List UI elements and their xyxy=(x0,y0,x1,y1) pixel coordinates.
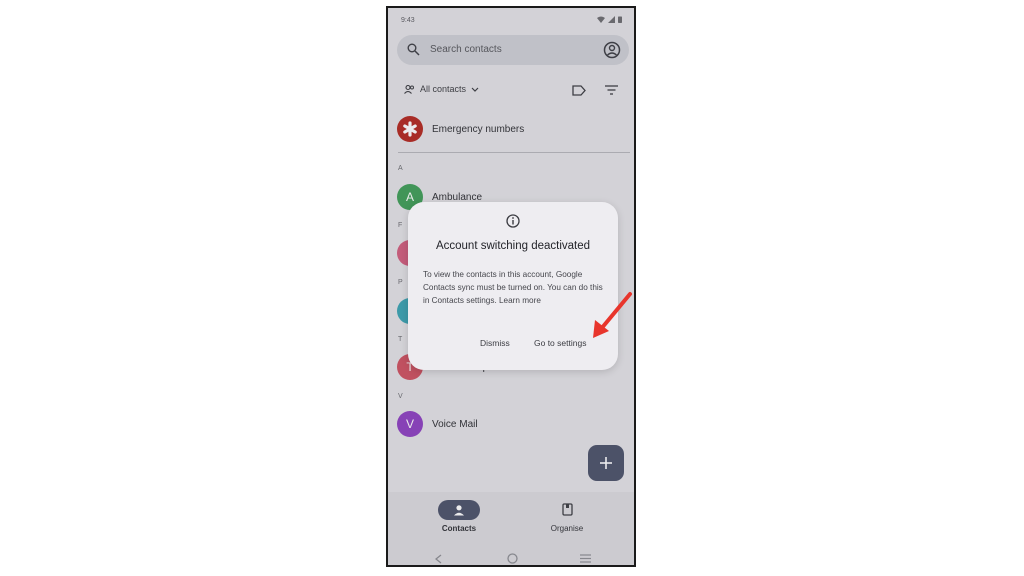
dismiss-button[interactable]: Dismiss xyxy=(480,338,510,348)
go-to-settings-button[interactable]: Go to settings xyxy=(534,338,586,348)
red-arrow-annotation xyxy=(593,292,632,338)
info-icon xyxy=(506,214,520,228)
dialog-title: Account switching deactivated xyxy=(435,240,591,252)
dialog-body: To view the contacts in this account, Go… xyxy=(423,270,603,305)
phone-screen: 9:43 Search contacts All contacts Emerge… xyxy=(386,6,636,567)
account-switching-dialog: Account switching deactivated To view th… xyxy=(408,202,618,370)
